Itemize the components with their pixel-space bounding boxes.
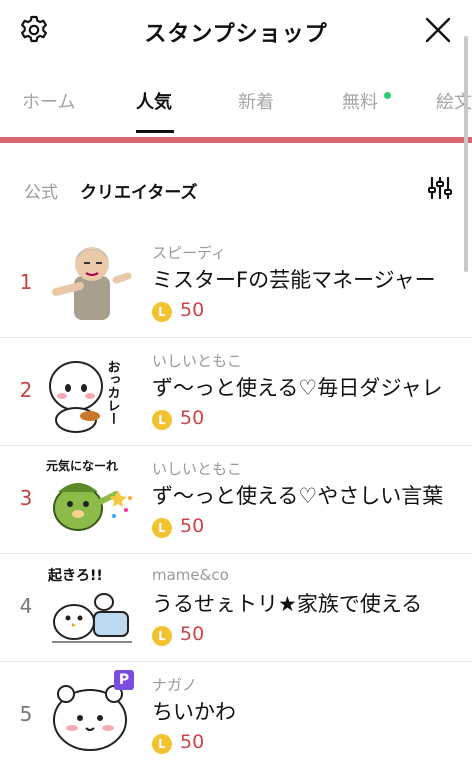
price: 50	[180, 515, 205, 537]
list-item[interactable]: 2 おっカレー いしいともこ ず〜っと使える♡毎日ダジャレ L 50	[0, 338, 472, 446]
price: 50	[180, 731, 205, 753]
list-item[interactable]: 4 起きろ!! mame&co うるせぇトリ★家族で使える L 50	[0, 554, 472, 662]
line-coin-icon: L	[152, 302, 172, 322]
tab-new[interactable]: 新着	[238, 88, 274, 114]
rank-number: 4	[19, 594, 33, 618]
sticker-title: ちいかわ	[152, 700, 236, 724]
tab-home[interactable]: ホーム	[22, 88, 75, 114]
accent-divider	[0, 137, 472, 143]
sticker-thumbnail: 起きろ!!	[47, 567, 132, 643]
line-coin-icon: L	[152, 626, 172, 646]
sticker-title: ず〜っと使える♡毎日ダジャレ	[152, 376, 443, 400]
sticker-text: 元気になーれ	[46, 458, 118, 473]
category-tabs: ホーム 人気 新着 無料 絵文	[0, 66, 472, 138]
price: 50	[180, 299, 205, 321]
sticker-text: 起きろ!!	[47, 567, 103, 584]
price: 50	[180, 623, 205, 645]
close-icon[interactable]	[424, 16, 452, 44]
list-item[interactable]: 5 P ナガノ ちいかわ L 50	[0, 662, 472, 770]
active-tab-indicator	[136, 130, 174, 133]
line-coin-icon: L	[152, 518, 172, 538]
subtab-creators[interactable]: クリエイターズ	[80, 178, 197, 203]
rank-number: 5	[19, 702, 33, 726]
header: スタンプショップ	[0, 0, 472, 62]
rank-number: 1	[19, 270, 33, 294]
sticker-title: うるせぇトリ★家族で使える	[152, 592, 423, 616]
rank-number: 3	[19, 486, 33, 510]
filter-sliders-icon[interactable]	[426, 174, 454, 202]
price: 50	[180, 407, 205, 429]
new-indicator-dot	[384, 92, 391, 99]
sticker-ranking-list: 1 スピーディ ミスターFの芸能マネージャー L 50 2 おっカレー いしいと…	[0, 230, 472, 770]
author-name: ナガノ	[152, 676, 198, 694]
list-item[interactable]: 3 元気になーれ いしいともこ ず〜っと使える♡やさしい言葉 L 50	[0, 446, 472, 554]
author-name: いしいともこ	[152, 460, 243, 478]
tab-popular[interactable]: 人気	[136, 88, 172, 114]
sticker-text: おっカレー	[105, 360, 120, 425]
sticker-thumbnail: 元気になーれ	[46, 458, 132, 531]
line-coin-icon: L	[152, 410, 172, 430]
scrollbar[interactable]	[464, 36, 468, 272]
sub-filter-bar: 公式 クリエイターズ	[0, 170, 472, 210]
tab-free[interactable]: 無料	[342, 88, 378, 114]
sticker-thumbnail: おっカレー	[49, 360, 120, 433]
author-name: いしいともこ	[152, 352, 243, 370]
rank-number: 2	[19, 378, 33, 402]
page-title: スタンプショップ	[144, 22, 328, 47]
author-name: mame&co	[152, 566, 229, 584]
sticker-title: ず〜っと使える♡やさしい言葉	[152, 484, 444, 508]
author-name: スピーディ	[152, 244, 226, 262]
sticker-thumbnail	[52, 247, 132, 320]
list-item[interactable]: 1 スピーディ ミスターFの芸能マネージャー L 50	[0, 230, 472, 338]
premium-badge: P	[114, 670, 134, 690]
line-coin-icon: L	[152, 734, 172, 754]
subtab-official[interactable]: 公式	[24, 178, 58, 203]
sticker-title: ミスターFの芸能マネージャー	[152, 268, 436, 292]
